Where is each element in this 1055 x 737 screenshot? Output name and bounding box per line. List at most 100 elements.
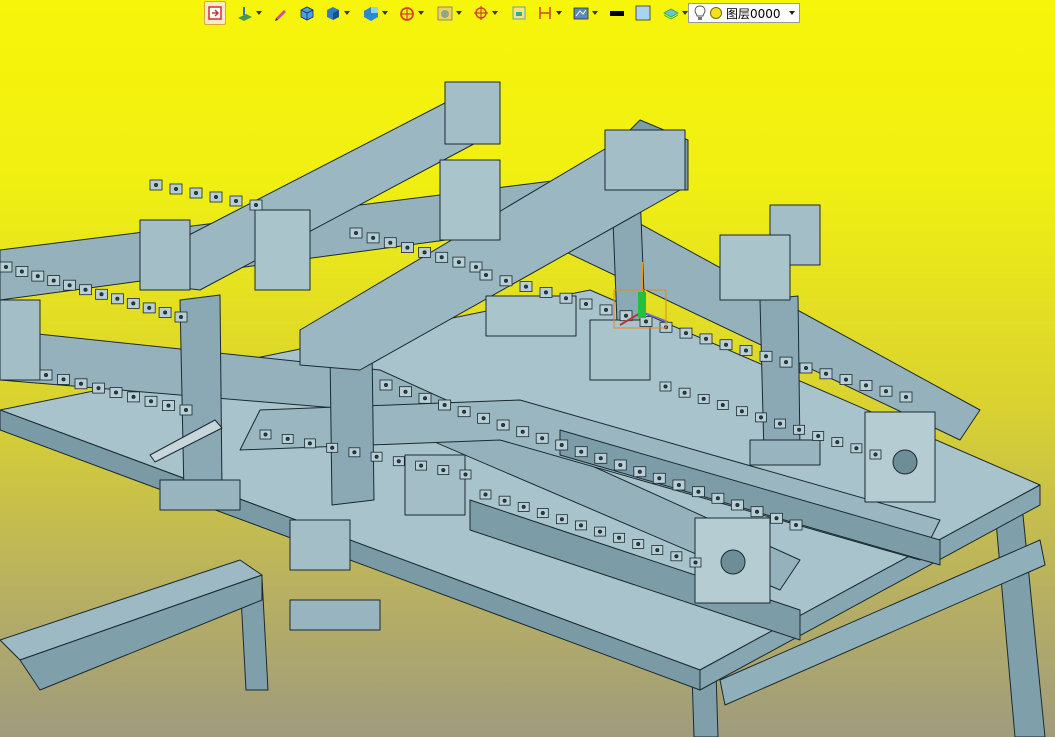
bolt-hole	[96, 386, 101, 391]
bolt-hole	[473, 264, 478, 269]
bolt-hole	[720, 402, 725, 407]
bolt-hole	[564, 296, 569, 301]
bolt-hole	[778, 421, 783, 426]
chevron-down-icon[interactable]	[256, 11, 262, 15]
bolt-hole	[19, 269, 24, 274]
view-orient-button[interactable]	[362, 2, 388, 24]
display-filter-button[interactable]	[572, 2, 598, 24]
face-color-icon	[635, 5, 651, 21]
grid-button[interactable]	[510, 2, 528, 24]
bolt-hole	[503, 278, 508, 283]
pencil-button[interactable]	[272, 2, 290, 24]
bolt-hole	[383, 382, 388, 387]
bolt-hole	[422, 396, 427, 401]
bolt-hole	[584, 301, 589, 306]
bolt-hole	[559, 442, 564, 447]
chevron-down-icon[interactable]	[456, 11, 462, 15]
bolt-hole	[884, 389, 889, 394]
bolt-hole	[663, 384, 668, 389]
bolt-hole	[544, 290, 549, 295]
face-color-button[interactable]	[634, 2, 652, 24]
bolt-hole	[83, 287, 88, 292]
servo-motor	[139, 219, 191, 291]
section-view-button[interactable]	[398, 2, 424, 24]
bolt-hole	[114, 390, 119, 395]
bolt-hole	[520, 429, 525, 434]
cad-3d-viewport[interactable]: 图层0000	[0, 0, 1055, 737]
layer-button[interactable]	[662, 2, 688, 24]
bolt-hole	[193, 190, 198, 195]
bolt-hole	[644, 319, 649, 324]
box-view-button[interactable]	[298, 2, 316, 24]
layer-select[interactable]: 图层0000	[688, 3, 800, 23]
line-color-button[interactable]	[608, 2, 626, 24]
bolt-hole	[655, 548, 660, 553]
machine-assembly-model[interactable]	[0, 0, 1055, 737]
bolt-hole	[462, 409, 467, 414]
gantry-column	[179, 294, 223, 495]
bolt-hole	[61, 377, 66, 382]
bolt-hole	[4, 264, 9, 269]
layer-name: 图层0000	[726, 6, 781, 21]
pencil-icon	[275, 10, 286, 21]
bolt-hole	[163, 310, 168, 315]
bolt-hole	[131, 394, 136, 399]
bolt-hole	[724, 342, 729, 347]
bolt-hole	[797, 427, 802, 432]
section-view-icon	[400, 7, 414, 21]
bolt-hole	[657, 476, 662, 481]
chevron-down-icon[interactable]	[418, 11, 424, 15]
bolt-hole	[794, 523, 799, 528]
bolt-hole	[99, 292, 104, 297]
base-plate	[159, 479, 241, 511]
bolt-hole	[285, 436, 290, 441]
linear-slide	[439, 159, 501, 241]
bolt-hole	[521, 504, 526, 509]
bolt-hole	[178, 314, 183, 319]
bolt-hole	[579, 449, 584, 454]
chevron-down-icon[interactable]	[592, 11, 598, 15]
frame-leg	[994, 504, 1046, 737]
base-plate	[749, 439, 821, 466]
line-color-icon	[610, 11, 624, 16]
bolt-hole	[463, 472, 468, 477]
dimension-button[interactable]	[536, 2, 562, 24]
chevron-down-icon[interactable]	[789, 11, 795, 15]
bolt-hole	[704, 336, 709, 341]
layer-visible-icon	[710, 7, 722, 19]
chevron-down-icon[interactable]	[382, 11, 388, 15]
bolt-hole	[804, 365, 809, 370]
bolt-hole	[44, 372, 49, 377]
bolt-hole	[755, 509, 760, 514]
bolt-hole	[873, 452, 878, 457]
render-style-icon	[437, 6, 453, 21]
bolt-hole	[824, 371, 829, 376]
bolt-hole	[854, 446, 859, 451]
bolt-hole	[559, 517, 564, 522]
bolt-hole	[701, 396, 706, 401]
chevron-down-icon[interactable]	[492, 11, 498, 15]
servo-motor	[404, 454, 466, 516]
bolt-hole	[233, 198, 238, 203]
chevron-down-icon[interactable]	[556, 11, 562, 15]
sketch-plane-button[interactable]	[236, 2, 262, 24]
snap-point-button[interactable]	[472, 2, 498, 24]
bolt-hole	[483, 272, 488, 277]
render-style-button[interactable]	[436, 2, 462, 24]
grid-icon	[512, 6, 526, 20]
bolt-hole	[396, 459, 401, 464]
bolt-hole	[524, 284, 529, 289]
chevron-down-icon[interactable]	[344, 11, 350, 15]
solid-shade-button[interactable]	[324, 2, 350, 24]
bolt-hole	[696, 489, 701, 494]
bolt-hole	[374, 454, 379, 459]
exit-sketch-button[interactable]	[204, 1, 226, 25]
servo-motor	[289, 519, 351, 571]
bolt-hole	[774, 516, 779, 521]
bolt-hole	[579, 523, 584, 528]
bolt-hole	[744, 348, 749, 353]
bolt-hole	[618, 462, 623, 467]
lightbulb-icon	[694, 5, 706, 20]
snap-point-icon	[474, 6, 488, 20]
bolt-hole	[735, 502, 740, 507]
